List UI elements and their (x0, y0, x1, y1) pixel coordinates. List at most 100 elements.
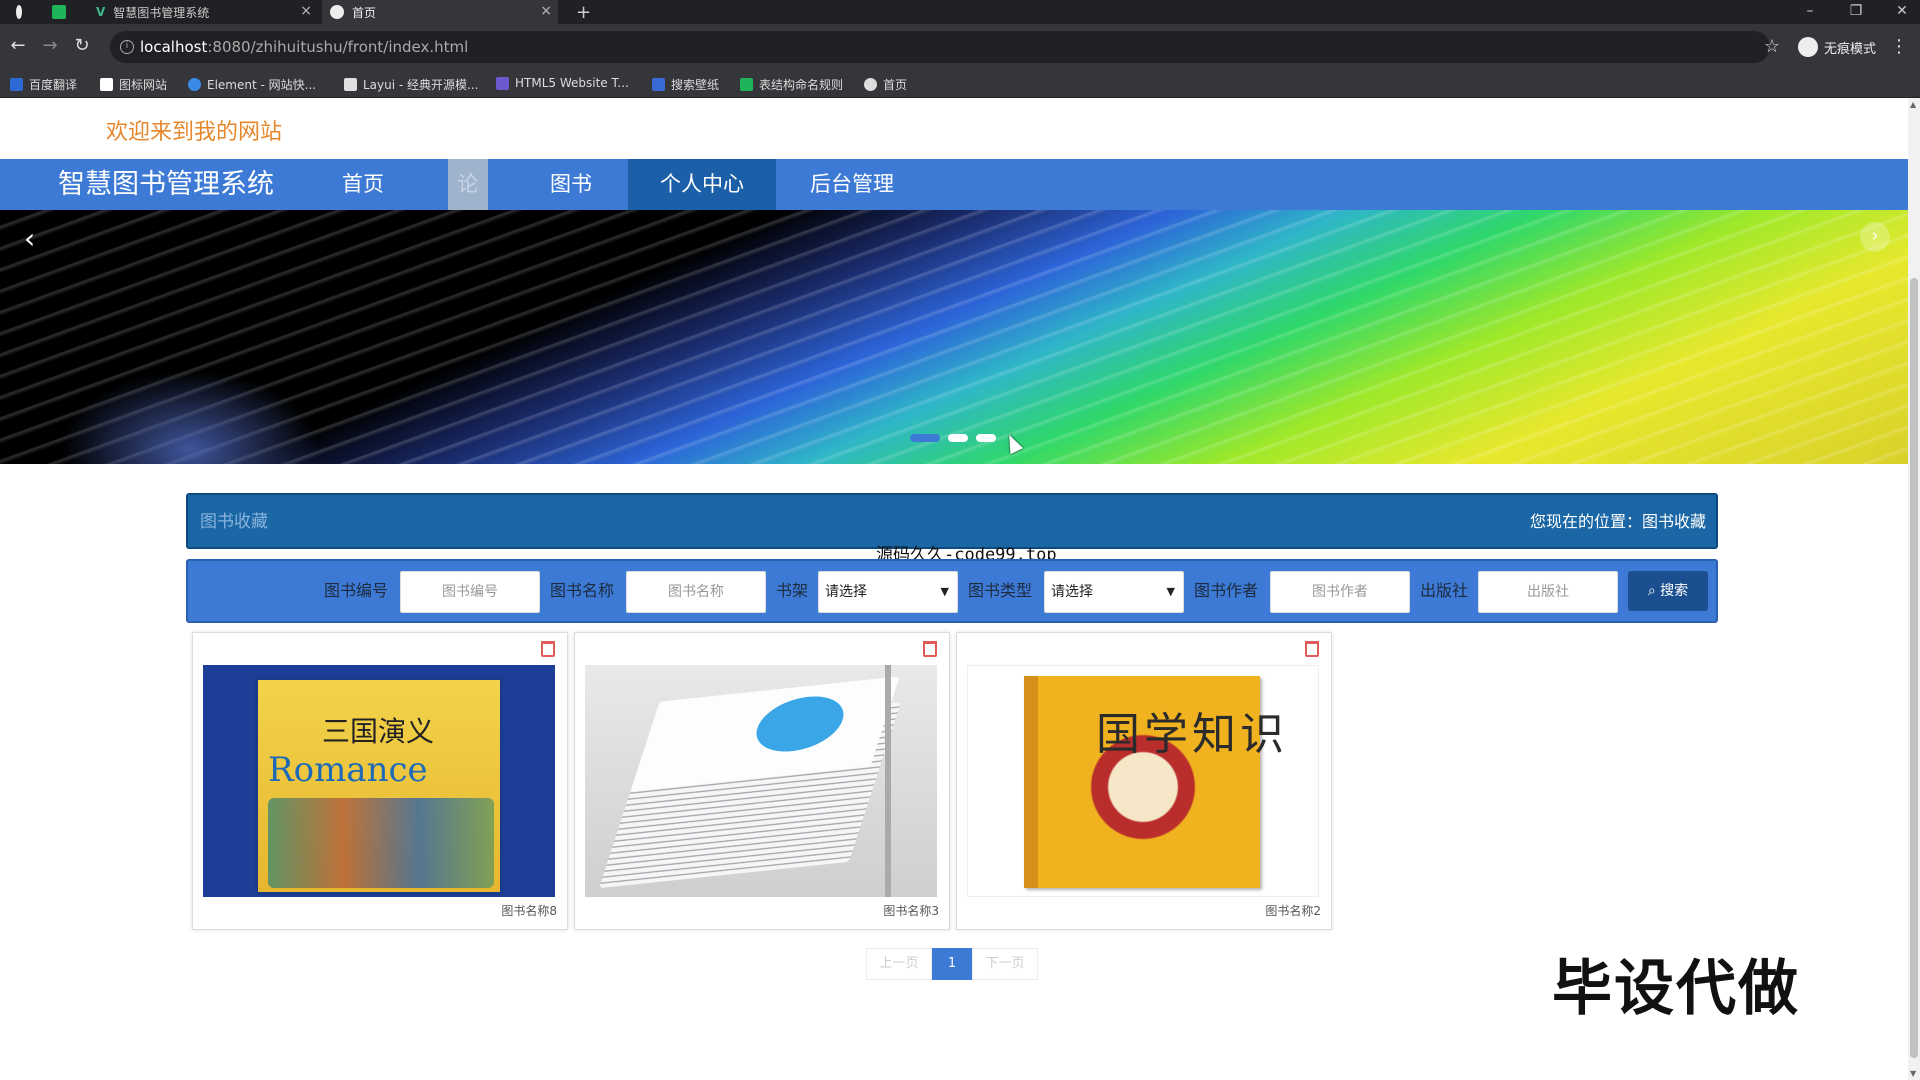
bookmark-item[interactable]: 首页 (864, 76, 907, 93)
bookmark-item[interactable]: 图标网站 (100, 76, 167, 93)
cover-art: 三国演义 Romance (255, 677, 503, 895)
carousel-prev-icon[interactable]: ‹ (24, 222, 35, 255)
trash-icon[interactable] (1305, 641, 1319, 657)
shelf-select[interactable]: 请选择 ▼ (818, 571, 958, 613)
welcome-text: 欢迎来到我的网站 (106, 120, 283, 145)
html5-icon (496, 76, 509, 90)
url-host: localhost (140, 38, 208, 56)
book-cover-image[interactable] (585, 665, 937, 897)
spreadsheet-icon (52, 5, 66, 19)
cover-title-cn: 三国演义 (322, 715, 435, 748)
back-icon[interactable]: ← (6, 35, 30, 59)
publisher-input[interactable]: 出版社 (1478, 571, 1618, 613)
trash-icon[interactable] (923, 641, 937, 657)
forward-icon[interactable]: → (38, 35, 62, 59)
page-scrollbar[interactable]: ▲ ▼ (1908, 98, 1920, 1080)
browser-tab-1[interactable]: V 智慧图书管理系统 × (88, 0, 318, 24)
site-info-icon[interactable]: i (120, 40, 134, 54)
pinned-tab[interactable] (44, 0, 84, 24)
minimize-icon[interactable]: – (1790, 0, 1830, 24)
globe-icon (330, 5, 344, 19)
book-name: 图书名称8 (501, 904, 557, 918)
nav-item-admin[interactable]: 后台管理 (790, 159, 914, 210)
carousel-indicators (910, 434, 996, 442)
book-cover-image[interactable]: 三国演义 Romance (203, 665, 555, 897)
cover-title-en: Romance (268, 750, 428, 790)
flag-icon (100, 78, 113, 91)
search-button[interactable]: ⌕ 搜索 (1628, 571, 1708, 611)
restore-icon[interactable]: ❐ (1836, 0, 1876, 24)
bookmark-item[interactable]: 搜索壁纸 (652, 76, 719, 93)
scroll-thumb[interactable] (1910, 278, 1918, 1058)
wallpaper-icon (652, 78, 665, 91)
bookmark-item[interactable]: HTML5 Website T... (496, 76, 629, 90)
carousel-dot[interactable] (976, 434, 996, 442)
scroll-up-icon[interactable]: ▲ (1910, 100, 1916, 109)
close-window-icon[interactable]: ✕ (1882, 0, 1920, 24)
tab-label: 首页 (352, 5, 377, 20)
incognito-indicator[interactable]: 无痕模式 (1797, 37, 1876, 57)
close-tab-icon[interactable]: × (300, 3, 312, 19)
scroll-down-icon[interactable]: ▼ (1910, 1069, 1916, 1078)
incognito-icon (1797, 37, 1818, 57)
bookmark-label: 首页 (883, 78, 908, 92)
globe-icon (864, 78, 877, 91)
browser-tab-2[interactable]: 首页 × (322, 0, 558, 24)
book-card[interactable]: 三国演义 Romance 图书名称8 (192, 632, 568, 930)
book-card[interactable]: 图书名称3 (574, 632, 950, 930)
url-field[interactable]: i localhost:8080/zhihuitushu/front/index… (110, 31, 1770, 63)
bookmark-label: 百度翻译 (29, 78, 78, 92)
incognito-label: 无痕模式 (1823, 41, 1876, 57)
bookmark-item[interactable]: 百度翻译 (10, 76, 77, 93)
nav-item-forum[interactable]: 论坛 (448, 159, 488, 247)
carousel-dot[interactable] (948, 434, 968, 442)
url-path: :8080/zhihuitushu/front/index.html (207, 38, 469, 56)
book-type-select[interactable]: 请选择 ▼ (1044, 571, 1184, 613)
nav-item-home[interactable]: 首页 (320, 159, 406, 210)
bookmark-label: 表结构命名规则 (759, 78, 844, 92)
bookmarks-bar: 百度翻译 图标网站 Element - 网站快... Layui - 经典开源模… (0, 70, 1920, 98)
bookmark-label: Layui - 经典开源模... (363, 78, 479, 92)
spreadsheet-icon (740, 78, 753, 91)
book-card[interactable]: 国学知识 图书名称2 (956, 632, 1332, 930)
reload-icon[interactable]: ↻ (70, 35, 94, 59)
nav-item-books[interactable]: 图书 (528, 159, 614, 210)
search-label-author: 图书作者 (1194, 581, 1259, 600)
shelf-select-value: 请选择 (825, 584, 867, 600)
bookmark-label: 图标网站 (119, 78, 168, 92)
watermark-overlay: 毕设代做 (1552, 954, 1800, 1024)
prev-page-button[interactable]: 上一页 (866, 948, 932, 980)
next-page-button[interactable]: 下一页 (972, 948, 1038, 980)
pagination: 上一页 1 下一页 (866, 948, 1038, 980)
bookmark-item[interactable]: Layui - 经典开源模... (344, 76, 478, 93)
vue-icon: V (96, 5, 106, 19)
carousel-dot[interactable] (910, 434, 940, 442)
more-menu-icon[interactable]: ⋮ (1890, 36, 1908, 57)
browser-tab-bar: V 智慧图书管理系统 × 首页 × + – ❐ ✕ (0, 0, 1920, 24)
bookmark-star-icon[interactable]: ☆ (1764, 36, 1780, 57)
bookmark-item[interactable]: Element - 网站快... (188, 76, 316, 93)
book-name-input[interactable]: 图书名称 (626, 571, 766, 613)
search-label-book-type: 图书类型 (968, 581, 1033, 600)
site-brand[interactable]: 智慧图书管理系统 (58, 159, 274, 210)
nav-item-personal-center[interactable]: 个人中心 (628, 159, 776, 210)
new-tab-button[interactable]: + (568, 0, 599, 24)
close-tab-icon[interactable]: × (540, 3, 552, 19)
carousel-next-icon[interactable]: › (1860, 222, 1890, 252)
chrome-icon (16, 5, 22, 19)
search-form: 图书编号 图书编号 图书名称 图书名称 书架 请选择 ▼ 图书类型 请选择 ▼ 图书… (186, 559, 1718, 623)
author-input[interactable]: 图书作者 (1270, 571, 1410, 613)
search-label-shelf: 书架 (776, 581, 809, 600)
main-navbar: 智慧图书管理系统 首页 论坛 图书 个人中心 后台管理 (0, 159, 1908, 247)
book-spine (1024, 676, 1038, 888)
search-label-publisher: 出版社 (1420, 581, 1469, 600)
trash-icon[interactable] (541, 641, 555, 657)
section-title: 图书收藏 (200, 512, 268, 532)
book-cover-image[interactable]: 国学知识 (967, 665, 1319, 897)
bookmark-item[interactable]: 表结构命名规则 (740, 76, 843, 93)
browser-menu-icon[interactable] (8, 0, 38, 24)
page-number-button[interactable]: 1 (932, 948, 972, 980)
book-id-input[interactable]: 图书编号 (400, 571, 540, 613)
tab-label: 智慧图书管理系统 (113, 5, 210, 20)
search-label-book-name: 图书名称 (550, 581, 615, 600)
